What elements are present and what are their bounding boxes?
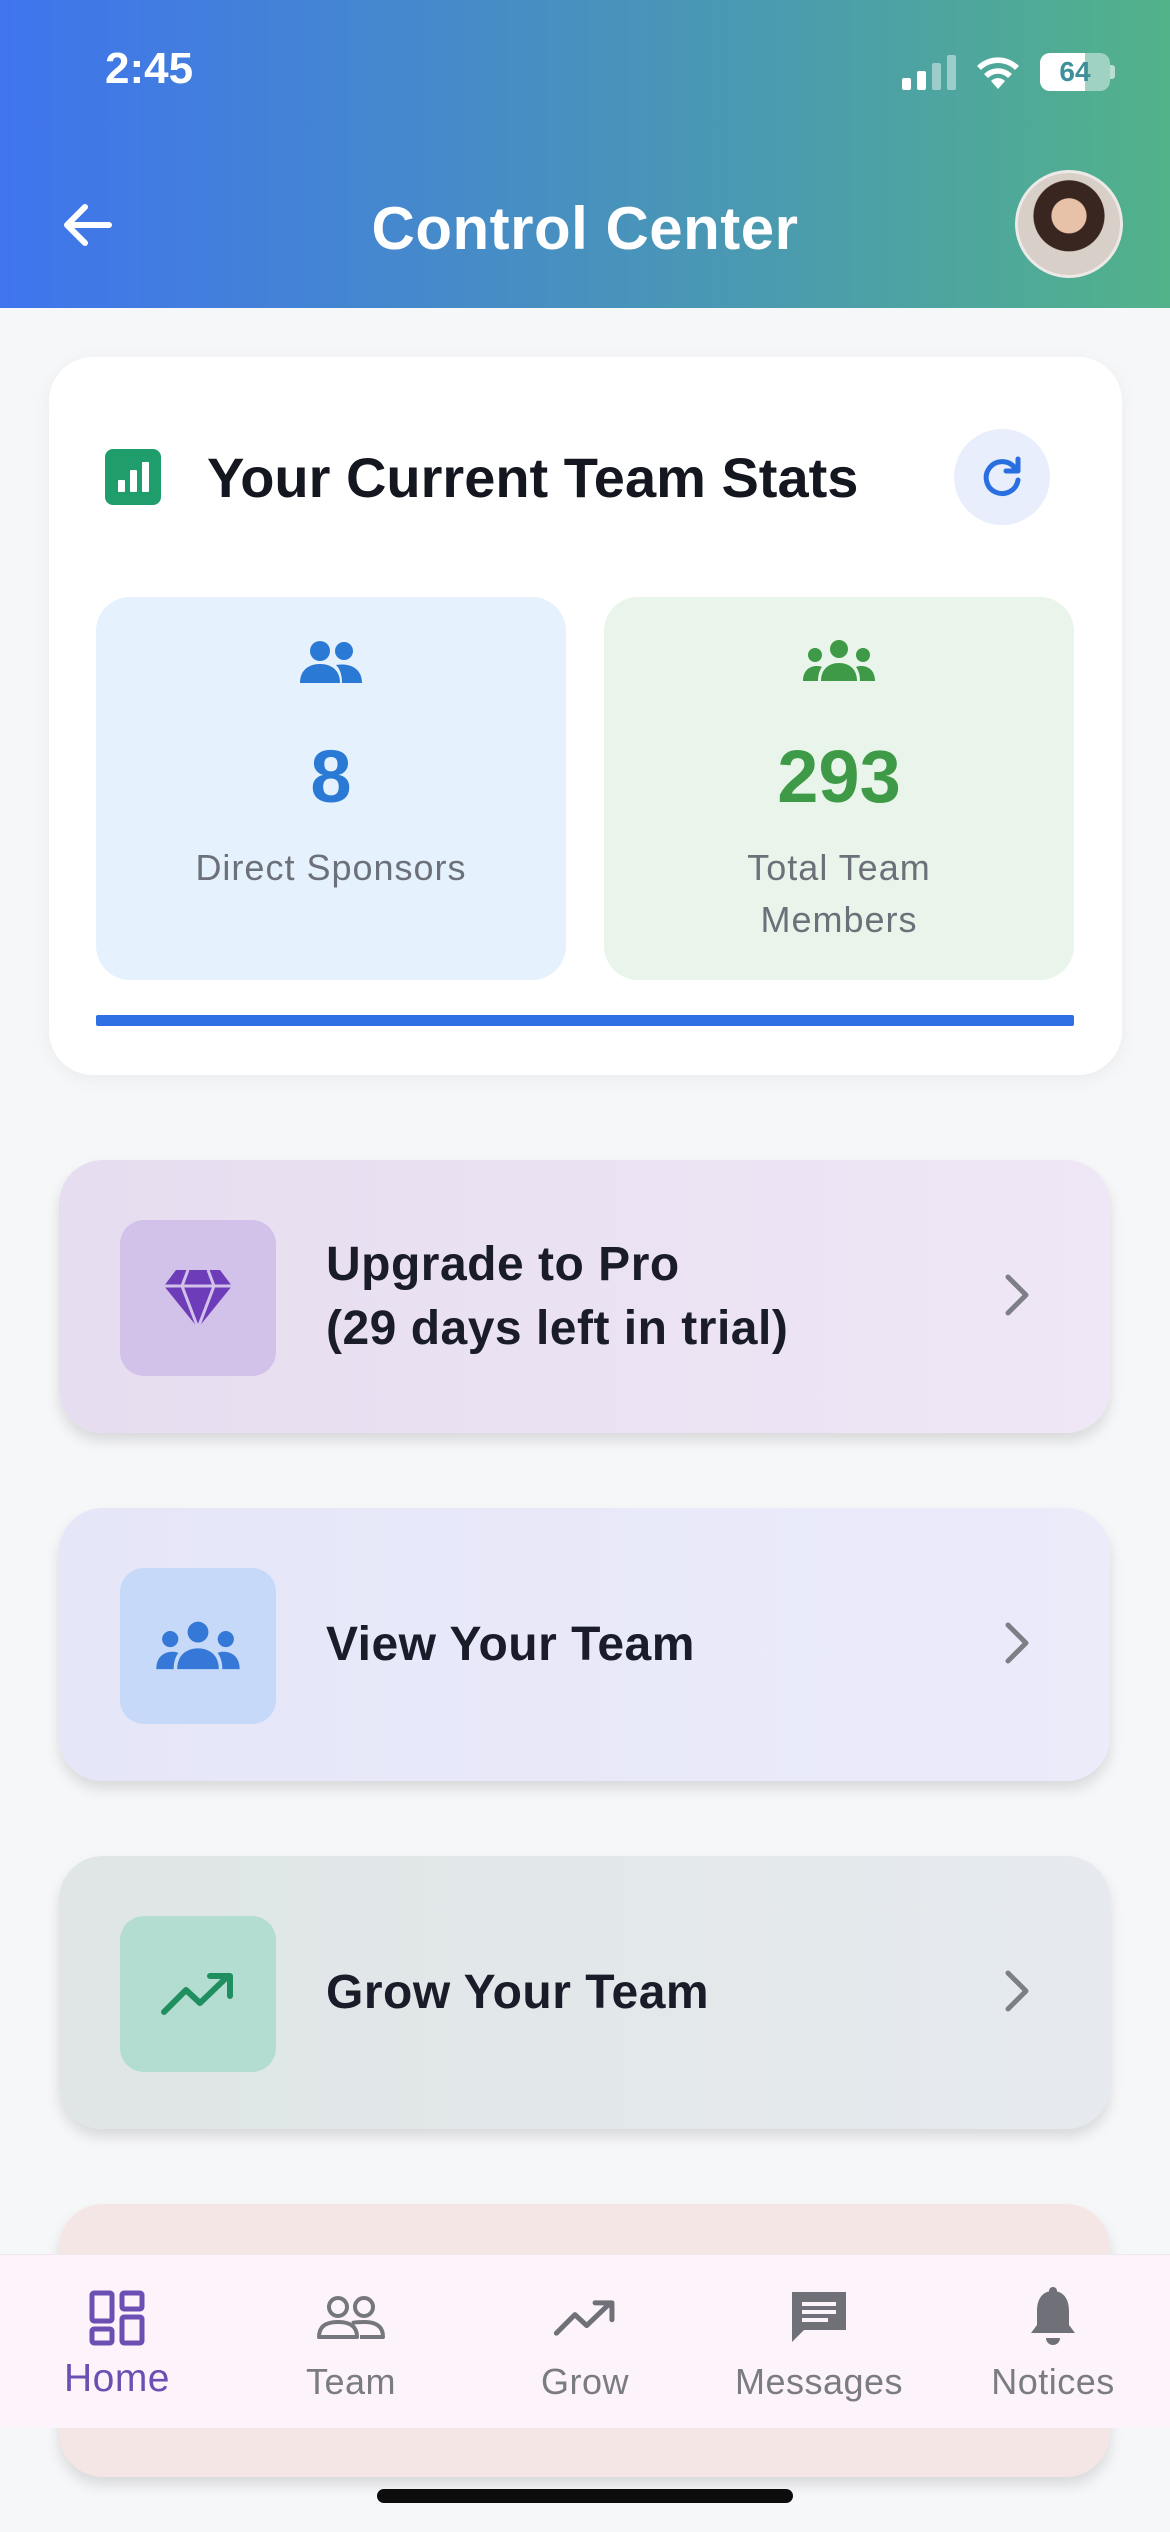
stats-progress-bar [96,1015,1074,1026]
view-your-team-card[interactable]: View Your Team [59,1508,1110,1781]
groups-icon [803,640,875,681]
total-team-members-label: Total Team Members [747,847,931,940]
nav-messages[interactable]: Messages [702,2255,936,2429]
nav-team[interactable]: Team [234,2255,468,2429]
cellular-signal-icon [902,54,956,90]
upgrade-label-line1: Upgrade to Pro [326,1237,680,1291]
grow-your-team-label: Grow Your Team [326,1965,710,2019]
nav-team-label: Team [305,2361,397,2402]
refresh-icon [983,456,1021,497]
groups-icon-container [120,1568,276,1724]
nav-home[interactable]: Home [0,2255,234,2429]
people-outline-icon [317,2296,385,2339]
total-team-members-tile[interactable]: 293 Total Team Members [604,597,1074,980]
battery-level: 64 [1059,56,1091,87]
trending-up-icon [553,2300,615,2336]
page-title: Control Center [371,195,799,262]
upgrade-label-line2: (29 days left in trial) [326,1301,789,1355]
diamond-icon-container [120,1220,276,1376]
bell-icon [1031,2287,1075,2345]
direct-sponsors-value: 8 [310,735,352,818]
chevron-right-icon [982,1956,1052,2026]
status-time: 2:45 [105,44,194,93]
nav-home-label: Home [63,2357,171,2400]
bar-chart-icon [105,449,161,505]
nav-notices[interactable]: Notices [936,2255,1170,2429]
refresh-button[interactable] [954,429,1050,525]
grow-your-team-card[interactable]: Grow Your Team [59,1856,1110,2129]
nav-messages-label: Messages [734,2361,904,2402]
home-indicator[interactable] [377,2489,793,2503]
nav-grow[interactable]: Grow [468,2255,702,2429]
avatar[interactable] [1015,170,1123,278]
nav-notices-label: Notices [991,2361,1115,2402]
direct-sponsors-tile[interactable]: 8 Direct Sponsors [96,597,566,980]
battery-icon: 64 [1040,53,1110,91]
upgrade-to-pro-card[interactable]: Upgrade to Pro (29 days left in trial) [59,1160,1110,1433]
groups-icon [156,1621,240,1670]
chevron-right-icon [982,1608,1052,1678]
dashboard-icon [89,2290,145,2346]
trending-up-icon [161,1973,233,2015]
chevron-right-icon [982,1260,1052,1330]
team-stats-card: Your Current Team Stats 8 Direct Sponsor… [49,357,1122,1075]
view-your-team-label: View Your Team [326,1617,695,1671]
people-icon [300,641,362,683]
stats-title: Your Current Team Stats [207,446,859,509]
diamond-icon [164,1269,232,1330]
status-icons: 64 [902,50,1115,94]
message-icon [792,2292,846,2342]
nav-grow-label: Grow [540,2361,629,2402]
total-team-members-value: 293 [777,735,901,818]
direct-sponsors-label: Direct Sponsors [195,847,467,888]
header-bar: 2:45 64 Control Center [0,0,1170,308]
bottom-navigation: Home Team Grow Messages Notices [0,2254,1170,2428]
wifi-icon [977,57,1019,89]
trending-up-icon-container [120,1916,276,2072]
